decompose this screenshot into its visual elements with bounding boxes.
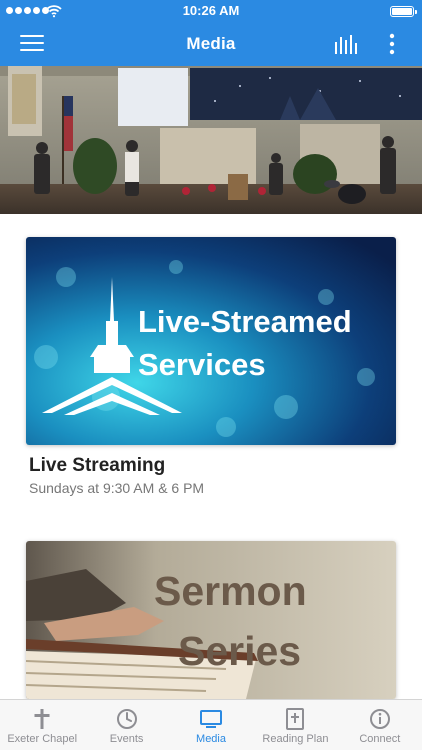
battery-icon bbox=[390, 6, 417, 17]
sermon-series-card[interactable]: Sermon Series bbox=[26, 541, 396, 699]
tab-media[interactable]: Media bbox=[169, 700, 253, 750]
live-streaming-card[interactable]: Live-Streamed Services bbox=[26, 237, 396, 445]
card-subtitle: Sundays at 9:30 AM & 6 PM bbox=[29, 480, 205, 496]
worship-band-photo bbox=[0, 66, 422, 214]
tab-reading-plan[interactable]: Reading Plan bbox=[253, 700, 337, 750]
card1-graphic-line2: Services bbox=[138, 347, 266, 382]
status-bar: 10:26 AM bbox=[0, 0, 422, 22]
tab-bar: Exeter Chapel Events Media Reading Plan … bbox=[0, 699, 422, 750]
bible-icon bbox=[286, 708, 305, 730]
tab-label: Media bbox=[196, 733, 226, 745]
card1-graphic-line1: Live-Streamed bbox=[138, 304, 352, 339]
tab-label: Exeter Chapel bbox=[7, 733, 78, 745]
card-title[interactable]: Live Streaming bbox=[29, 455, 165, 477]
tv-icon bbox=[200, 710, 223, 728]
card2-graphic-line1: Sermon bbox=[154, 568, 307, 614]
app-bar: Media bbox=[0, 22, 422, 66]
tab-events[interactable]: Events bbox=[84, 700, 168, 750]
audio-player-button[interactable] bbox=[334, 34, 358, 54]
live-streamed-services-graphic: Live-Streamed Services bbox=[26, 237, 396, 445]
cross-icon bbox=[34, 709, 50, 729]
tab-label: Events bbox=[109, 733, 144, 745]
more-options-button[interactable] bbox=[388, 32, 396, 56]
hero-image bbox=[0, 66, 422, 214]
tab-label: Reading Plan bbox=[262, 733, 329, 745]
tab-connect[interactable]: Connect bbox=[338, 700, 422, 750]
info-icon bbox=[369, 709, 390, 729]
card2-graphic-line2: Series bbox=[178, 628, 301, 674]
tab-label: Connect bbox=[359, 733, 401, 745]
tab-exeter-chapel[interactable]: Exeter Chapel bbox=[0, 700, 84, 750]
sermon-series-graphic: Sermon Series bbox=[26, 541, 396, 699]
status-time: 10:26 AM bbox=[182, 3, 240, 18]
clock-icon bbox=[116, 709, 137, 729]
page-title: Media bbox=[186, 34, 236, 53]
